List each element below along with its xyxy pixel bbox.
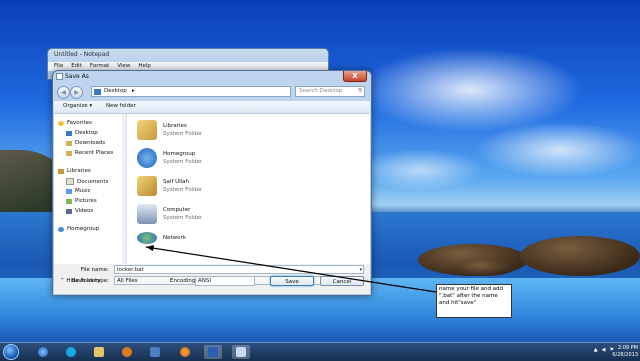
nav-favorites[interactable]: Favorites xyxy=(58,120,92,126)
app-icon xyxy=(150,347,160,357)
navigation-row: ◀ ▶ Desktop ▸ Search Desktop ⚲ xyxy=(57,86,365,99)
wallpaper-rock xyxy=(455,260,515,276)
search-input[interactable]: Search Desktop ⚲ xyxy=(295,86,365,97)
taskbar-word[interactable] xyxy=(204,345,222,359)
navigation-pane: Favorites Desktop Downloads Recent Place… xyxy=(54,114,127,264)
encoding-label: Encoding: xyxy=(170,278,198,284)
nav-downloads[interactable]: Downloads xyxy=(66,140,105,146)
new-folder-button[interactable]: New folder xyxy=(106,103,136,109)
libraries-icon xyxy=(58,168,64,174)
hide-folders-toggle[interactable]: ⌃ Hide Folders xyxy=(60,278,101,284)
encoding-value: ANSI xyxy=(198,278,211,284)
nav-pictures[interactable]: Pictures xyxy=(66,198,97,204)
recent-places-icon xyxy=(66,150,72,156)
homegroup-icon xyxy=(58,226,64,232)
documents-icon xyxy=(66,178,74,185)
nav-documents[interactable]: Documents xyxy=(66,178,108,185)
back-button[interactable]: ◀ xyxy=(57,86,70,99)
notepad-icon xyxy=(56,73,63,80)
libraries-folder-icon xyxy=(137,120,157,140)
start-button[interactable] xyxy=(3,344,19,360)
file-list: Libraries System Folder Homegroup System… xyxy=(127,114,370,264)
folder-icon xyxy=(94,347,104,357)
dialog-titlebar[interactable]: Save As X xyxy=(53,71,371,83)
file-item-network[interactable]: Network xyxy=(137,232,337,256)
dialog-title: Save As xyxy=(65,73,89,80)
wallpaper-rock xyxy=(520,236,640,276)
file-item-libraries[interactable]: Libraries System Folder xyxy=(137,120,337,144)
notepad-icon xyxy=(236,347,246,357)
nav-pane-scrollbar[interactable] xyxy=(122,114,126,264)
taskbar-notepad[interactable] xyxy=(232,345,250,359)
dialog-footer: ⌃ Hide Folders Encoding: ANSI Save Cance… xyxy=(54,273,370,295)
nav-music[interactable]: Music xyxy=(66,188,91,194)
user-folder-icon xyxy=(137,176,157,196)
nav-homegroup[interactable]: Homegroup xyxy=(58,226,99,232)
notepad-title: Untitled - Notepad xyxy=(54,51,110,58)
save-button[interactable]: Save xyxy=(270,276,314,286)
nav-recent-places[interactable]: Recent Places xyxy=(66,150,113,156)
address-dropdown-arrow[interactable]: ▸ xyxy=(132,88,288,94)
address-path: Desktop xyxy=(104,88,127,94)
firefox-icon xyxy=(180,347,190,357)
taskbar-firefox[interactable] xyxy=(176,345,194,359)
desktop-icon xyxy=(94,89,101,95)
homegroup-icon xyxy=(137,148,157,168)
music-icon xyxy=(66,188,72,194)
file-item-homegroup[interactable]: Homegroup System Folder xyxy=(137,148,337,172)
downloads-icon xyxy=(66,140,72,146)
volume-icon[interactable]: ◀ xyxy=(602,347,606,353)
taskbar-media-player[interactable] xyxy=(118,345,136,359)
address-bar[interactable]: Desktop ▸ xyxy=(91,86,291,97)
cancel-button[interactable]: Cancel xyxy=(320,276,364,286)
network-icon xyxy=(137,232,157,244)
nav-desktop[interactable]: Desktop xyxy=(66,130,98,136)
desktop-icon xyxy=(66,130,72,136)
search-placeholder: Search Desktop xyxy=(299,88,343,94)
taskbar-ie[interactable] xyxy=(34,345,52,359)
nav-videos[interactable]: Videos xyxy=(66,208,93,214)
system-tray: ▲ ◀ ⚑ xyxy=(594,347,614,353)
forward-button[interactable]: ▶ xyxy=(70,86,83,99)
internet-explorer-icon xyxy=(38,347,48,357)
word-icon xyxy=(208,347,218,357)
star-icon xyxy=(58,120,64,126)
videos-icon xyxy=(66,208,72,214)
nav-libraries[interactable]: Libraries xyxy=(58,168,91,174)
network-icon[interactable]: ▲ xyxy=(594,347,598,353)
search-icon: ⚲ xyxy=(357,88,362,94)
save-as-dialog: Save As X ◀ ▶ Desktop ▸ Search Desktop ⚲… xyxy=(52,70,372,296)
skype-icon xyxy=(66,347,76,357)
file-item-user-folder[interactable]: Saif Ullah System Folder xyxy=(137,176,337,200)
encoding-select[interactable]: ANSI xyxy=(195,276,255,286)
media-player-icon xyxy=(122,347,132,357)
computer-icon xyxy=(137,204,157,224)
taskbar-skype[interactable] xyxy=(62,345,80,359)
close-button[interactable]: X xyxy=(343,71,367,82)
annotation-callout: name your file and add ".bat" after the … xyxy=(436,284,512,318)
clock[interactable]: 2:09 PM 6/28/2013 xyxy=(612,345,638,358)
dialog-toolbar: Organize ▾ New folder xyxy=(54,101,370,114)
clock-date: 6/28/2013 xyxy=(612,351,638,358)
pictures-icon xyxy=(66,198,72,204)
organize-button[interactable]: Organize ▾ xyxy=(63,103,92,109)
file-item-computer[interactable]: Computer System Folder xyxy=(137,204,337,228)
taskbar-app[interactable] xyxy=(146,345,164,359)
taskbar-explorer[interactable] xyxy=(90,345,108,359)
taskbar: ▲ ◀ ⚑ 2:09 PM 6/28/2013 xyxy=(0,342,640,361)
